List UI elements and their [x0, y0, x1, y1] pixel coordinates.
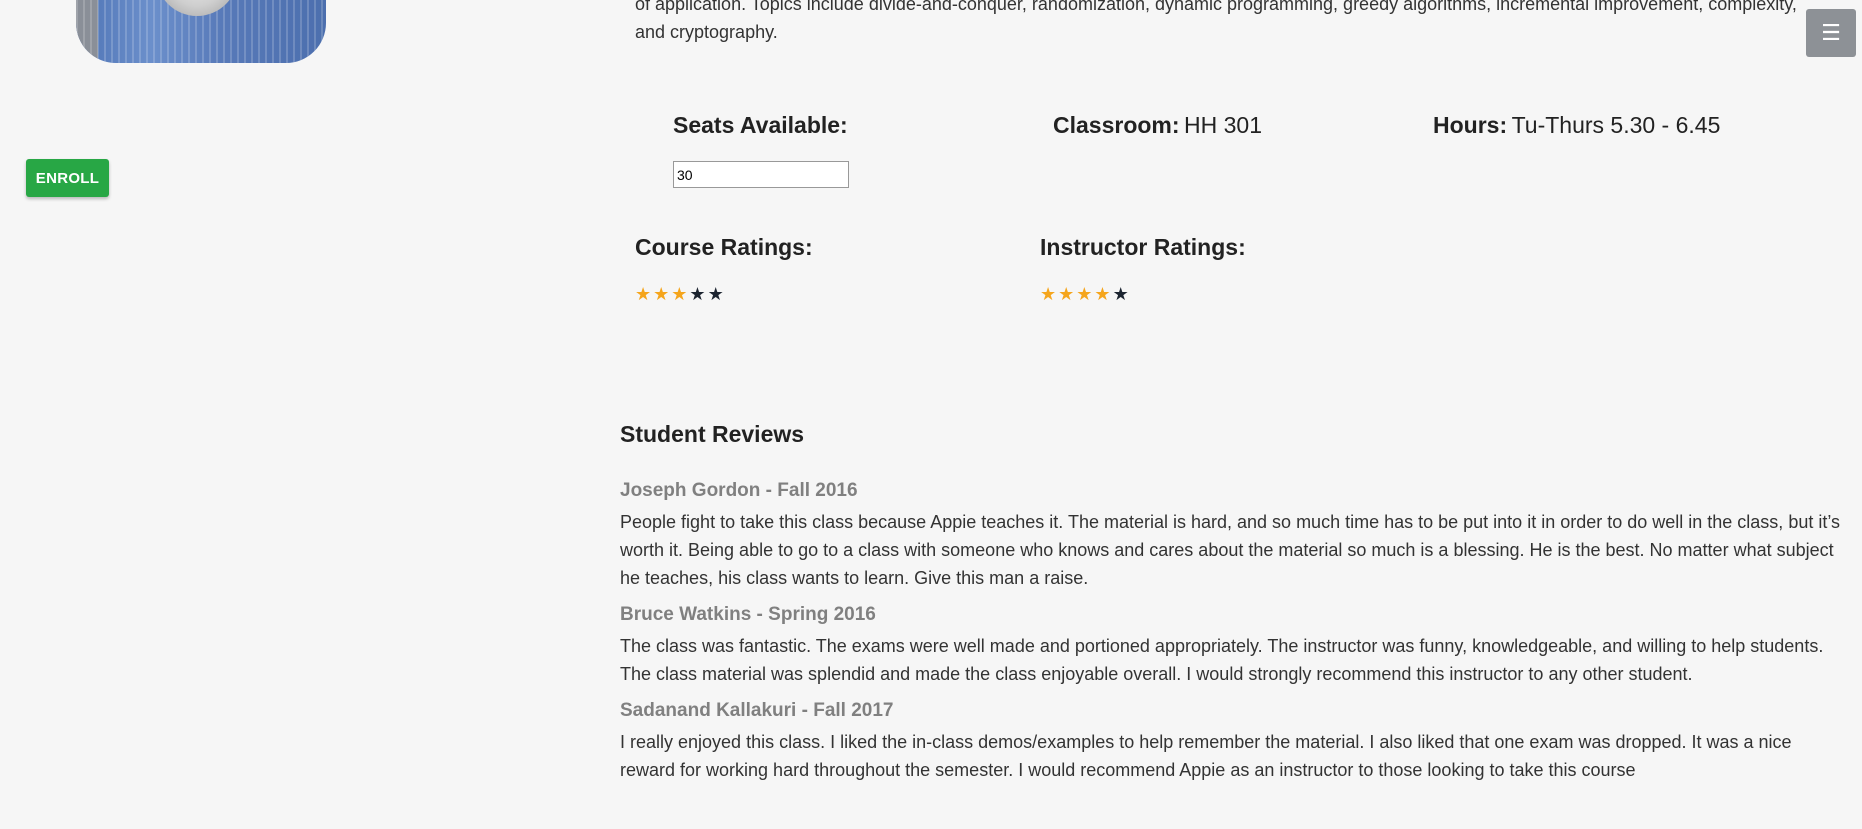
star-filled-icon: ★ [653, 284, 670, 304]
review-author: Bruce Watkins - Spring 2016 [620, 604, 876, 625]
classroom-info: Classroom: HH 301 [1053, 112, 1262, 139]
review-text: The class was fantastic. The exams were … [620, 636, 1824, 684]
review-item: Bruce Watkins - Spring 2016 The class wa… [620, 604, 1840, 688]
classroom-value: HH 301 [1184, 112, 1262, 138]
review-text: People fight to take this class because … [620, 512, 1841, 588]
star-filled-icon: ★ [671, 284, 688, 304]
hours-value: Tu-Thurs 5.30 - 6.45 [1511, 112, 1721, 138]
star-empty-icon: ★ [689, 284, 706, 304]
review-text: I really enjoyed this class. I liked the… [620, 732, 1792, 780]
star-empty-icon: ★ [707, 284, 724, 304]
star-filled-icon: ★ [1040, 284, 1057, 304]
review-item: Joseph Gordon - Fall 2016 People fight t… [620, 480, 1840, 592]
instructor-ratings-title: Instructor Ratings: [1040, 234, 1246, 260]
course-ratings-title: Course Ratings: [635, 234, 813, 260]
course-rating-stars: ★ ★ ★ ★ ★ [635, 284, 724, 304]
reviews-list: Joseph Gordon - Fall 2016 People fight t… [620, 480, 1840, 796]
instructor-photo [76, 0, 326, 63]
star-filled-icon: ★ [635, 284, 652, 304]
classroom-label: Classroom: [1053, 112, 1180, 138]
star-filled-icon: ★ [1076, 284, 1093, 304]
review-author: Sadanand Kallakuri - Fall 2017 [620, 700, 894, 721]
enroll-button[interactable]: ENROLL [26, 159, 109, 197]
star-empty-icon: ★ [1112, 284, 1129, 304]
seats-label: Seats Available: [673, 112, 848, 138]
seats-available-input[interactable] [673, 161, 849, 188]
review-item: Sadanand Kallakuri - Fall 2017 I really … [620, 700, 1840, 784]
hours-info: Hours: Tu-Thurs 5.30 - 6.45 [1433, 112, 1720, 139]
seats-info: Seats Available: [673, 112, 848, 139]
star-filled-icon: ★ [1058, 284, 1075, 304]
hours-label: Hours: [1433, 112, 1508, 138]
course-description: of application. Topics include divide-an… [635, 0, 1797, 42]
star-filled-icon: ★ [1094, 284, 1111, 304]
instructor-rating-stars: ★ ★ ★ ★ ★ [1040, 284, 1129, 304]
course-page: ENROLL ☰ of application. Topics include … [0, 0, 1862, 829]
review-author: Joseph Gordon - Fall 2016 [620, 480, 858, 501]
student-reviews-title: Student Reviews [620, 421, 805, 447]
